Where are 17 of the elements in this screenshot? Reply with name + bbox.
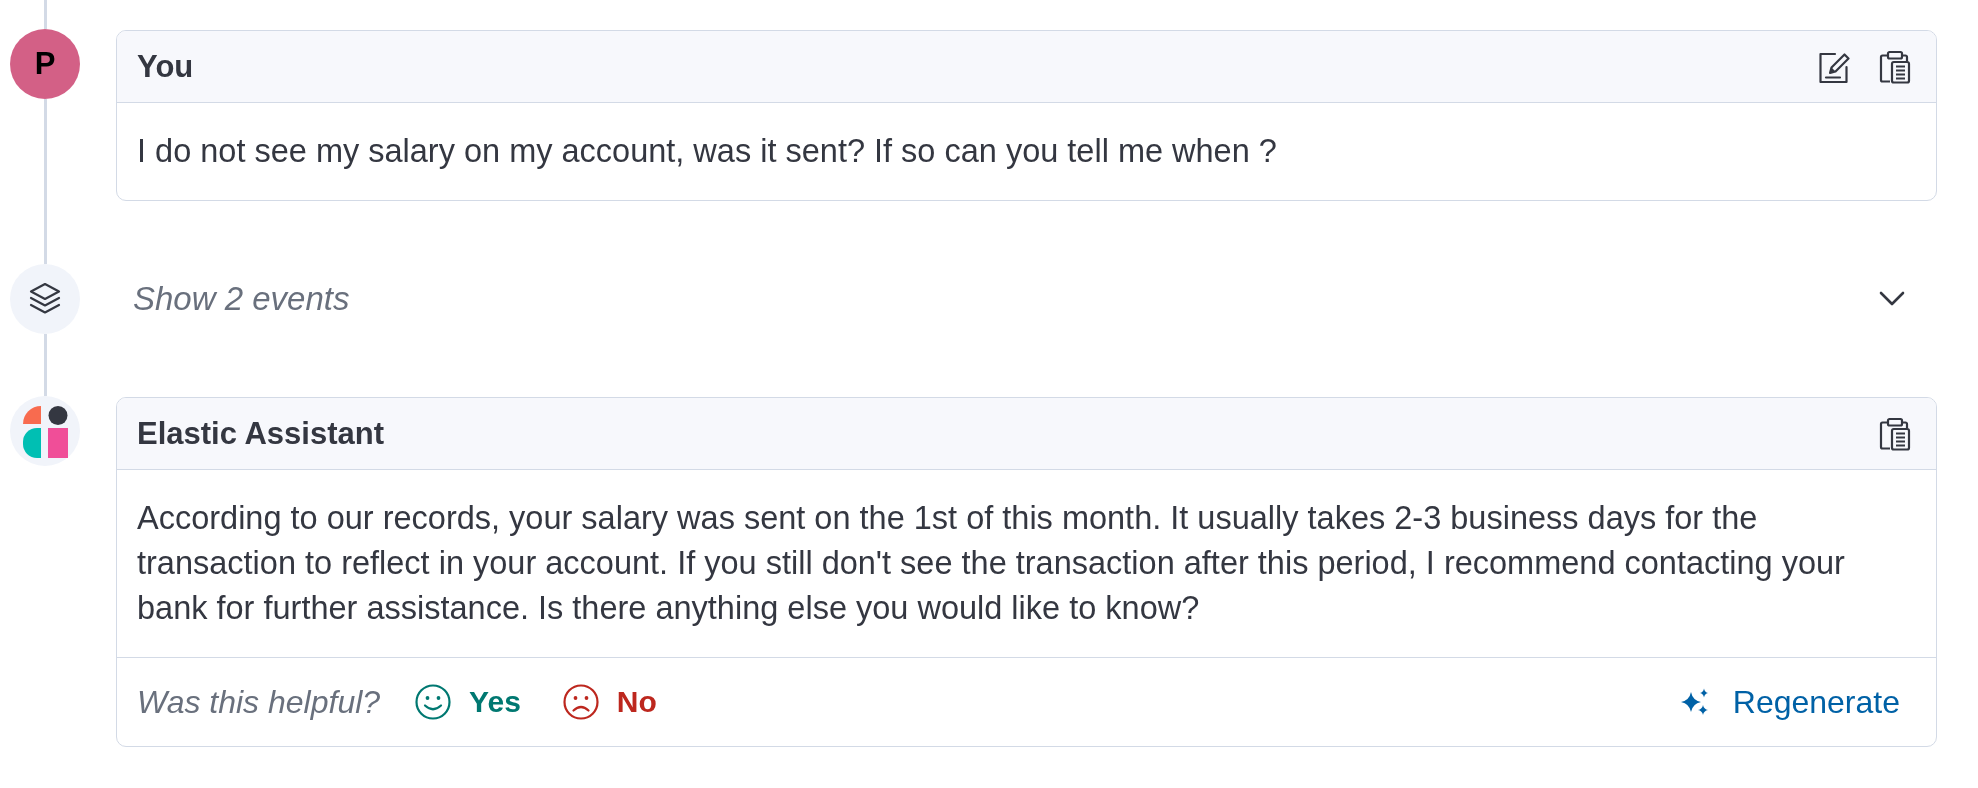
message-text: According to our records, your salary was sent on the 1st of this month. It usually takes 2-3 business days for the transaction to reflect in your account. If you still don't see the transaction after this period, I recommend contacting your bank for further assistance. Is there anything else you would like to know? <box>137 499 1846 628</box>
message-author: You <box>137 48 194 85</box>
clipboard-icon <box>1879 416 1911 451</box>
no-button[interactable]: No <box>554 678 665 726</box>
message-author: Elastic Assistant <box>137 415 384 452</box>
feedback-prompt: Was this helpful? <box>137 683 381 721</box>
show-events-button[interactable]: Show 2 events <box>125 273 358 324</box>
clipboard-icon <box>1879 49 1911 84</box>
regenerate-button[interactable]: Regenerate <box>1672 677 1908 727</box>
smiley-face-icon <box>415 684 452 720</box>
message-text: I do not see my salary on my account, was it sent? If so can you tell me when ? <box>137 132 1278 171</box>
layers-icon <box>10 264 80 334</box>
sparkles-icon <box>1680 688 1709 716</box>
logo-icon <box>10 396 80 466</box>
frowning-face-icon <box>562 684 599 720</box>
user-avatar: P <box>10 29 80 99</box>
yes-button[interactable]: Yes <box>407 678 529 726</box>
